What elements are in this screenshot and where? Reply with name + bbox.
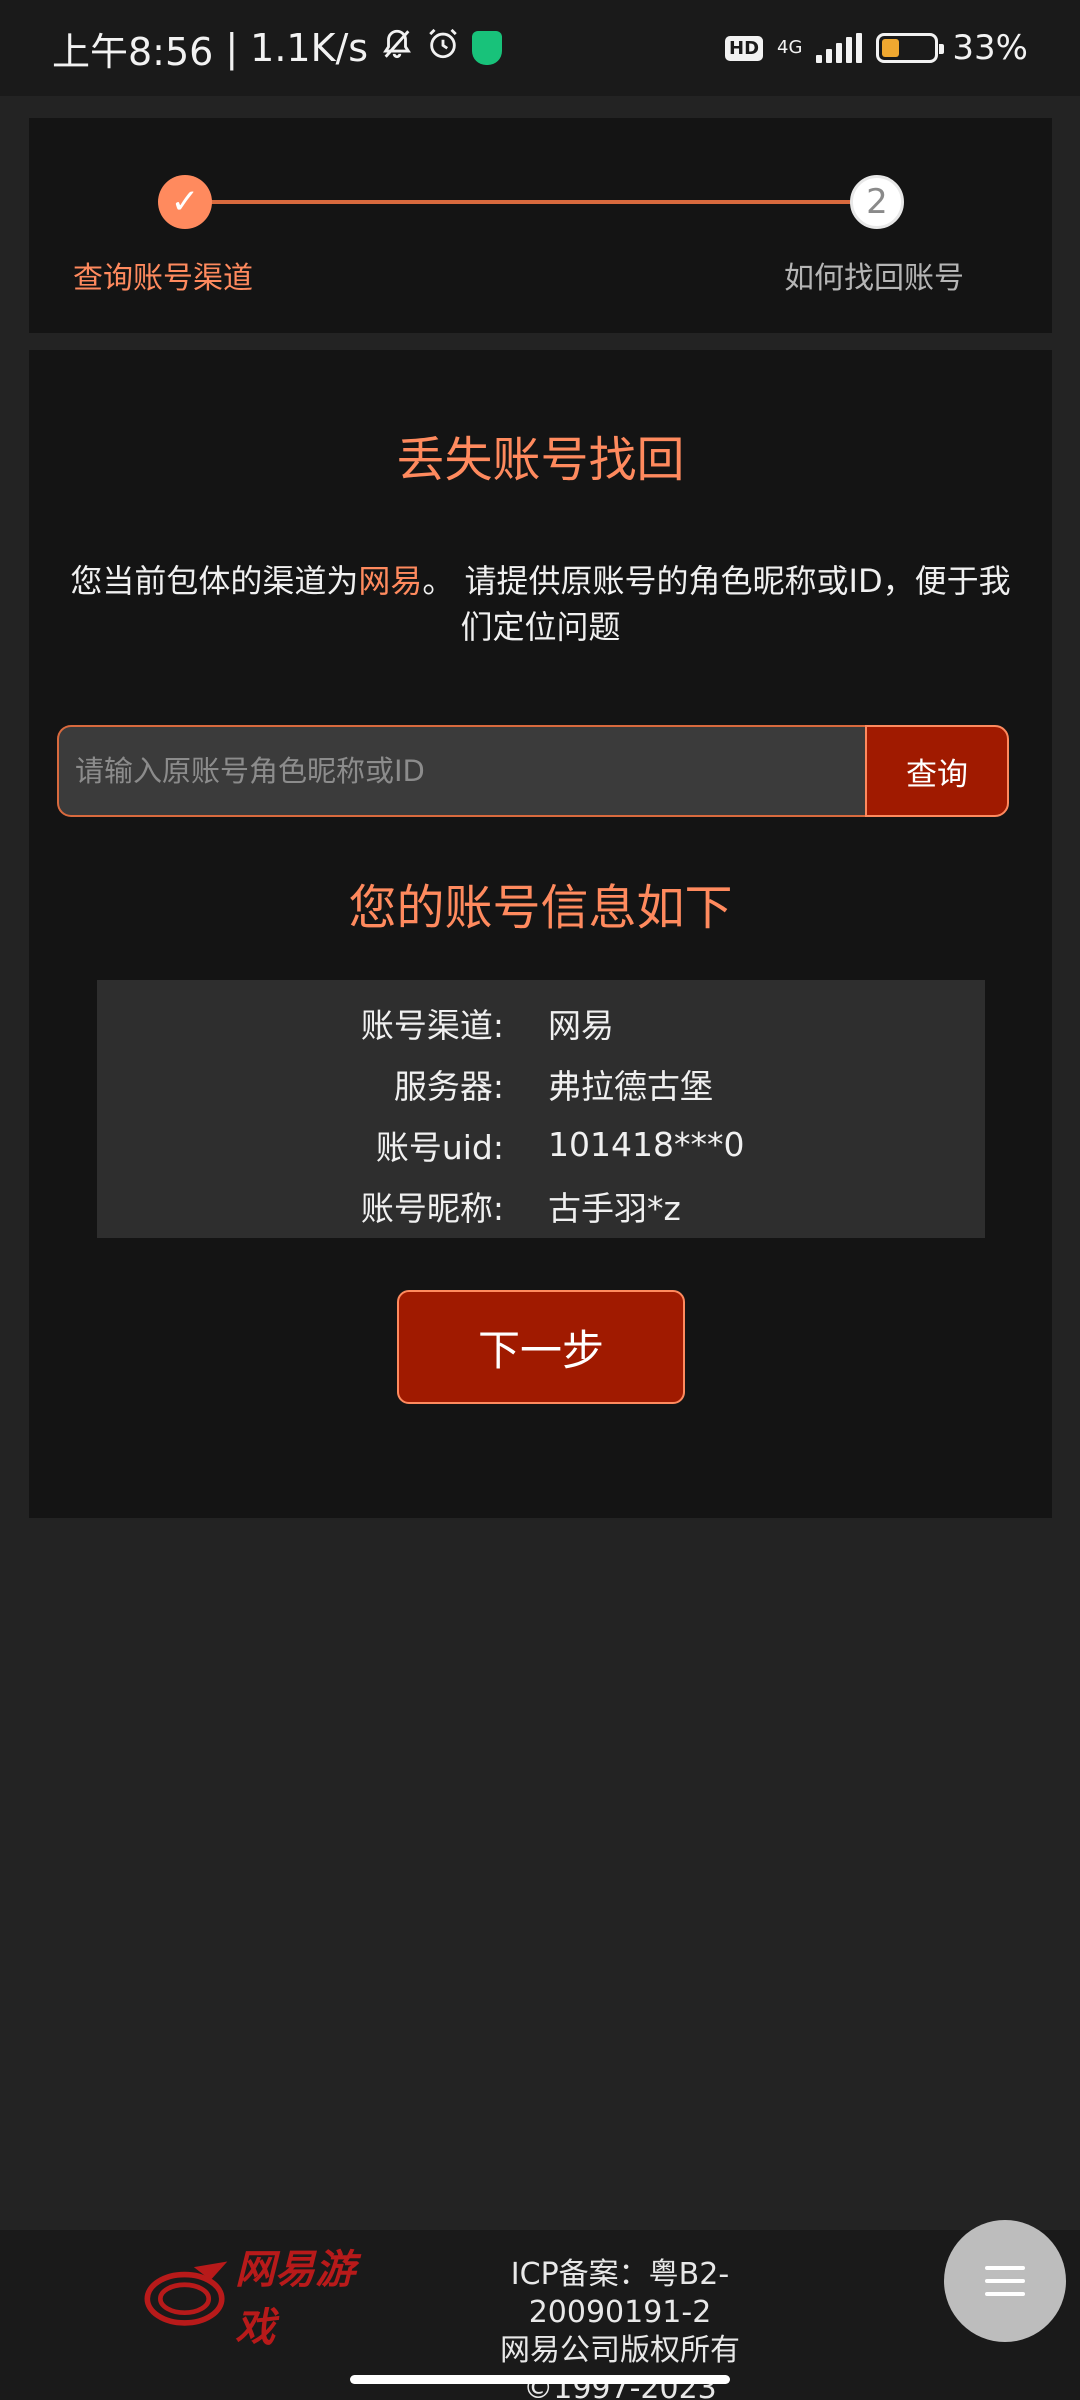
info-value: 网易 (548, 1005, 614, 1045)
logo-text: 网易游戏 (235, 2247, 356, 2351)
next-step-button[interactable]: 下一步 (397, 1290, 685, 1404)
floating-menu-button[interactable] (944, 2220, 1066, 2342)
query-button[interactable]: 查询 (865, 725, 1009, 817)
info-row-nickname: 账号昵称: 古手羽*z (97, 1175, 985, 1236)
search-row: 查询 (57, 725, 1009, 817)
info-row-server: 服务器: 弗拉德古堡 (97, 1053, 985, 1114)
page-title: 丢失账号找回 (396, 432, 685, 488)
status-bar: 上午8:56 | 1.1K/s HD 4G 33% (0, 0, 1080, 96)
netease-swirl-icon (144, 2261, 228, 2326)
page: 上午8:56 | 1.1K/s HD 4G 33% ✓ 2 查询账号渠道 如何找… (0, 0, 1080, 2400)
nickname-search-input[interactable] (57, 725, 865, 817)
status-speed: 1.1K/s (250, 26, 369, 70)
copyright-text: 网易公司版权所有 ©1997-2023 (500, 2333, 740, 2400)
icp-text: ICP备案：粤B2-20090191-2 (510, 2257, 730, 2330)
step-progress-line (185, 200, 901, 204)
network-type: 4G (777, 37, 803, 58)
menu-line (985, 2292, 1025, 2296)
account-info-title: 您的账号信息如下 (348, 880, 733, 936)
signal-icon (816, 33, 863, 63)
info-row-channel: 账号渠道: 网易 (97, 992, 985, 1053)
step2-number: 2 (850, 175, 904, 229)
battery-icon (876, 33, 945, 63)
info-value: 101418***0 (548, 1125, 745, 1164)
netease-games-logo: 网易游戏 (138, 2247, 384, 2351)
account-info-table: 账号渠道: 网易 服务器: 弗拉德古堡 账号uid: 101418***0 账号… (97, 980, 985, 1238)
step2-label: 如何找回账号 (784, 261, 964, 296)
step1-check-icon: ✓ (158, 175, 212, 229)
info-value: 古手羽*z (548, 1188, 681, 1228)
step-indicator: ✓ 2 查询账号渠道 如何找回账号 (29, 118, 1052, 333)
info-key: 服务器: (393, 1066, 504, 1106)
channel-description: 您当前包体的渠道为网易。 请提供原账号的角色昵称或ID，便于我们定位问题 (69, 558, 1012, 650)
status-time: 上午8:56 (52, 29, 214, 74)
info-key: 账号昵称: (360, 1188, 504, 1228)
menu-line (985, 2279, 1025, 2283)
shield-icon (472, 31, 503, 65)
info-key: 账号渠道: (360, 1005, 504, 1045)
menu-line (985, 2266, 1025, 2270)
info-row-uid: 账号uid: 101418***0 (97, 1114, 985, 1175)
status-separator: | (225, 26, 239, 70)
step1-label: 查询账号渠道 (73, 261, 253, 296)
desc-channel: 网易 (358, 562, 423, 600)
info-key: 账号uid: (375, 1127, 504, 1167)
desc-suffix: 。 请提供原账号的角色昵称或ID，便于我们定位问题 (422, 562, 1011, 646)
info-value: 弗拉德古堡 (548, 1066, 713, 1106)
home-indicator[interactable] (350, 2375, 730, 2384)
battery-percent: 33% (952, 28, 1028, 68)
hd-icon: HD (725, 35, 764, 61)
desc-prefix: 您当前包体的渠道为 (70, 562, 359, 600)
mute-bell-icon (380, 26, 414, 70)
alarm-icon (426, 26, 460, 70)
recovery-card: 丢失账号找回 您当前包体的渠道为网易。 请提供原账号的角色昵称或ID，便于我们定… (29, 350, 1052, 1518)
